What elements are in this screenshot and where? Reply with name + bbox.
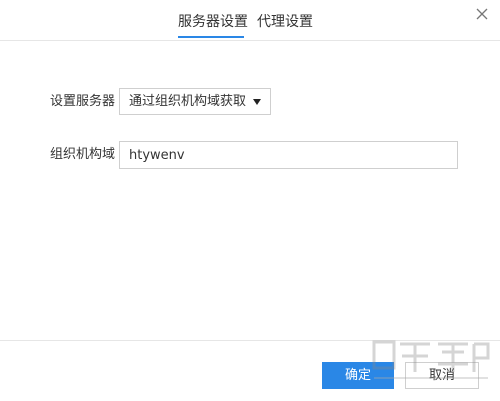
tab-server-settings[interactable]: 服务器设置 (178, 12, 248, 32)
close-icon (476, 8, 488, 20)
active-tab-indicator (178, 36, 244, 38)
tab-bar: 服务器设置 代理设置 (0, 0, 500, 41)
ok-button[interactable]: 确定 (322, 362, 394, 389)
domain-input[interactable] (119, 141, 458, 169)
server-select-value: 通过组织机构域获取 (129, 94, 247, 109)
dialog-footer: 确定 取消 (0, 340, 500, 401)
tab-proxy-settings[interactable]: 代理设置 (257, 12, 313, 32)
dropdown-caret-icon (253, 99, 261, 105)
settings-dialog: 服务器设置 代理设置 设置服务器 通过组织机构域获取 组织机构域 确定 取消 (0, 0, 500, 401)
server-select[interactable]: 通过组织机构域获取 (119, 88, 271, 115)
domain-label: 组织机构域 (50, 147, 116, 162)
server-label: 设置服务器 (50, 94, 116, 109)
cancel-button[interactable]: 取消 (405, 362, 479, 389)
close-button[interactable] (474, 6, 490, 22)
